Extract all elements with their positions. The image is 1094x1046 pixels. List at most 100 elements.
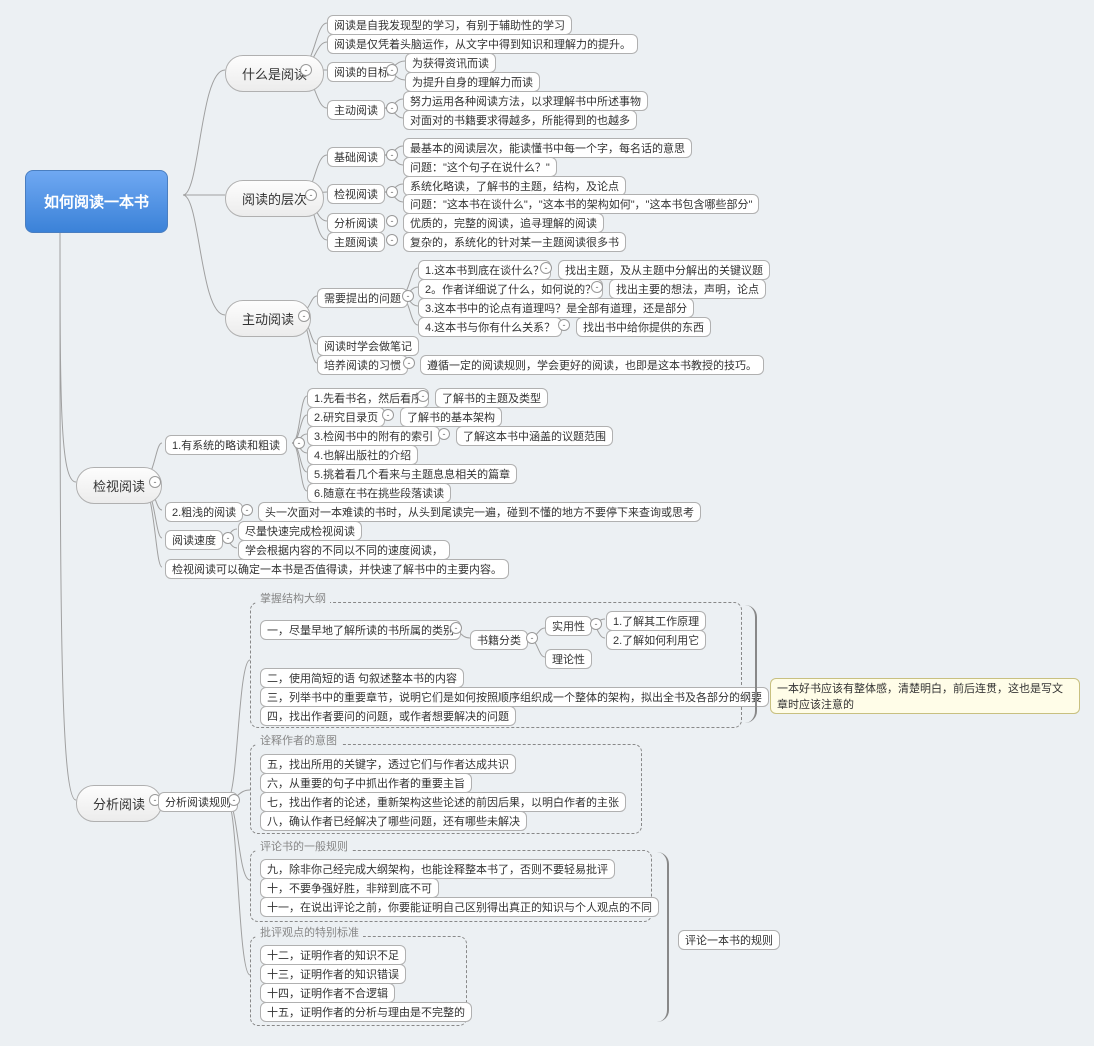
brace-icon — [745, 605, 757, 723]
node[interactable]: 1.这本书到底在谈什么？ — [418, 260, 551, 280]
node[interactable]: 努力运用各种阅读方法，以求理解书中所述事物 — [403, 91, 648, 111]
callout-critique-rules: 评论一本书的规则 — [678, 930, 780, 950]
node[interactable]: 头一次面对一本难读的书时，从头到尾读完一遍，碰到不懂的地方不要停下来查询或思考 — [258, 502, 701, 522]
expand-icon[interactable]: - — [386, 149, 398, 161]
node[interactable]: 九，除非你己经完成大纲架构，也能诠释整本书了，否则不要轻易批评 — [260, 859, 615, 879]
node[interactable]: 找出主题，及从主题中分解出的关键议题 — [558, 260, 770, 280]
node[interactable]: 阅读是仅凭着头脑运作，从文字中得到知识和理解力的提升。 — [327, 34, 638, 54]
node-book-classify[interactable]: 书籍分类 — [470, 630, 528, 650]
node[interactable]: 为提升自身的理解力而读 — [405, 72, 540, 92]
node[interactable]: 十三，证明作者的知识错误 — [260, 964, 406, 984]
node[interactable]: 了解书的主题及类型 — [435, 388, 548, 408]
node[interactable]: 十五，证明作者的分析与理由是不完整的 — [260, 1002, 472, 1022]
node-active-reading-def[interactable]: 主动阅读 — [327, 100, 385, 120]
group-label: 评论书的一般规则 — [256, 838, 352, 854]
expand-icon[interactable]: - — [386, 234, 398, 246]
node[interactable]: 阅读时学会做笔记 — [317, 336, 419, 356]
node[interactable]: 3.这本书中的论点有道理吗？是全部有道理，还是部分 — [418, 298, 694, 318]
node[interactable]: 复杂的，系统化的针对某一主题阅读很多书 — [403, 232, 626, 252]
expand-icon[interactable]: - — [450, 622, 462, 634]
node-basic-reading[interactable]: 基础阅读 — [327, 147, 385, 167]
group-label: 批评观点的特别标准 — [256, 924, 363, 940]
expand-icon[interactable]: - — [293, 437, 305, 449]
node[interactable]: 七，找出作者的论述，重新架构这些论述的前因后果，以明白作者的主张 — [260, 792, 626, 812]
expand-icon[interactable]: - — [222, 532, 234, 544]
node-analytical[interactable]: 分析阅读 — [327, 213, 385, 233]
node[interactable]: 了解书的基本架构 — [400, 407, 502, 427]
node[interactable]: 十一，在说出评论之前，你要能证明自己区别得出真正的知识与个人观点的不同 — [260, 897, 659, 917]
node-systematic-skim[interactable]: 1.有系统的略读和粗读 — [165, 435, 287, 455]
expand-icon[interactable]: - — [540, 262, 552, 274]
node[interactable]: 4.也解出版社的介绍 — [307, 445, 418, 465]
node[interactable]: 2.研究目录页 — [307, 407, 385, 427]
node-shallow-reading[interactable]: 2.粗浅的阅读 — [165, 502, 243, 522]
node[interactable]: 2.了解如何利用它 — [606, 630, 706, 650]
node[interactable]: 找出书中给你提供的东西 — [576, 317, 711, 337]
node[interactable]: 5.挑着看几个看来与主题息息相关的篇章 — [307, 464, 517, 484]
node[interactable]: 找出主要的想法，声明，论点 — [609, 279, 766, 299]
node[interactable]: 实用性 — [545, 616, 592, 636]
expand-icon[interactable]: - — [402, 290, 414, 302]
group-label: 诠释作者的意图 — [256, 732, 341, 748]
node[interactable]: 遵循一定的阅读规则，学会更好的阅读，也即是这本书教授的技巧。 — [420, 355, 764, 375]
callout-good-book: 一本好书应该有整体感，清楚明白，前后连贯，这也是写文章时应该注意的 — [770, 678, 1080, 714]
expand-icon[interactable]: - — [149, 476, 161, 488]
expand-icon[interactable]: - — [558, 319, 570, 331]
expand-icon[interactable]: - — [228, 794, 240, 806]
expand-icon[interactable]: - — [386, 186, 398, 198]
expand-icon[interactable]: - — [298, 310, 310, 322]
node[interactable]: 五，找出所用的关键字，透过它们与作者达成共识 — [260, 754, 516, 774]
node[interactable]: 问题："这个句子在说什么？" — [403, 157, 557, 177]
node-inspectional[interactable]: 检视阅读 — [327, 184, 385, 204]
node[interactable]: 检视阅读可以确定一本书是否值得读，并快速了解书中的主要内容。 — [165, 559, 509, 579]
expand-icon[interactable]: - — [590, 618, 602, 630]
node[interactable]: 理论性 — [545, 649, 592, 669]
node[interactable]: 了解这本书中涵盖的议题范围 — [456, 426, 613, 446]
root-node[interactable]: 如何阅读一本书 — [25, 170, 168, 233]
node[interactable]: 4.这本书与你有什么关系？ — [418, 317, 562, 337]
expand-icon[interactable]: - — [526, 632, 538, 644]
expand-icon[interactable]: - — [386, 64, 398, 76]
node[interactable]: 2。作者详细说了什么，如何说的？ — [418, 279, 603, 299]
node-reading-speed[interactable]: 阅读速度 — [165, 530, 223, 550]
node[interactable]: 二，使用简短的语 句叙述整本书的内容 — [260, 668, 464, 688]
node[interactable]: 十二，证明作者的知识不足 — [260, 945, 406, 965]
main-analytical-reading[interactable]: 分析阅读 — [76, 785, 162, 822]
node[interactable]: 问题："这本书在谈什么"，"这本书的架构如何"，"这本书包含哪些部分" — [403, 194, 759, 214]
node-analytical-rules[interactable]: 分析阅读规则 — [158, 792, 238, 812]
expand-icon[interactable]: - — [403, 357, 415, 369]
node[interactable]: 1.了解其工作原理 — [606, 611, 706, 631]
expand-icon[interactable]: - — [305, 189, 317, 201]
node[interactable]: 优质的，完整的阅读，追寻理解的阅读 — [403, 213, 604, 233]
expand-icon[interactable]: - — [438, 428, 450, 440]
expand-icon[interactable]: - — [386, 215, 398, 227]
node[interactable]: 十四，证明作者不合逻辑 — [260, 983, 395, 1003]
node-syntopical[interactable]: 主题阅读 — [327, 232, 385, 252]
node[interactable]: 一，尽量早地了解所读的书所属的类别 — [260, 620, 461, 640]
node[interactable]: 1.先看书名，然后看序 — [307, 388, 429, 408]
node-questions[interactable]: 需要提出的问题 — [317, 288, 408, 308]
expand-icon[interactable]: - — [417, 390, 429, 402]
node[interactable]: 阅读是自我发现型的学习，有别于辅助性的学习 — [327, 15, 572, 35]
node[interactable]: 6.随意在书在挑些段落读读 — [307, 483, 451, 503]
node[interactable]: 六，从重要的句子中抓出作者的重要主旨 — [260, 773, 472, 793]
main-inspectional-reading[interactable]: 检视阅读 — [76, 467, 162, 504]
node[interactable]: 培养阅读的习惯 — [317, 355, 408, 375]
node[interactable]: 尽量快速完成检视阅读 — [238, 521, 362, 541]
node[interactable]: 四，找出作者要问的问题，或作者想要解决的问题 — [260, 706, 516, 726]
expand-icon[interactable]: - — [300, 64, 312, 76]
node[interactable]: 对面对的书籍要求得越多，所能得到的也越多 — [403, 110, 637, 130]
node[interactable]: 学会根据内容的不同以不同的速度阅读， — [238, 540, 450, 560]
brace-icon — [655, 852, 669, 1022]
node[interactable]: 系统化略读，了解书的主题，结构，及论点 — [403, 176, 626, 196]
expand-icon[interactable]: - — [591, 281, 603, 293]
node[interactable]: 3.检阅书中的附有的索引 — [307, 426, 440, 446]
node[interactable]: 十，不要争强好胜，非辩到底不可 — [260, 878, 439, 898]
expand-icon[interactable]: - — [382, 409, 394, 421]
node[interactable]: 最基本的阅读层次，能读懂书中每一个字，每名话的意思 — [403, 138, 692, 158]
expand-icon[interactable]: - — [241, 504, 253, 516]
node[interactable]: 三，列举书中的重要章节，说明它们是如何按照顺序组织成一个整体的架构，拟出全书及各… — [260, 687, 769, 707]
expand-icon[interactable]: - — [386, 102, 398, 114]
node[interactable]: 八，确认作者已经解决了哪些问题，还有哪些未解决 — [260, 811, 527, 831]
node[interactable]: 为获得资讯而读 — [405, 53, 496, 73]
